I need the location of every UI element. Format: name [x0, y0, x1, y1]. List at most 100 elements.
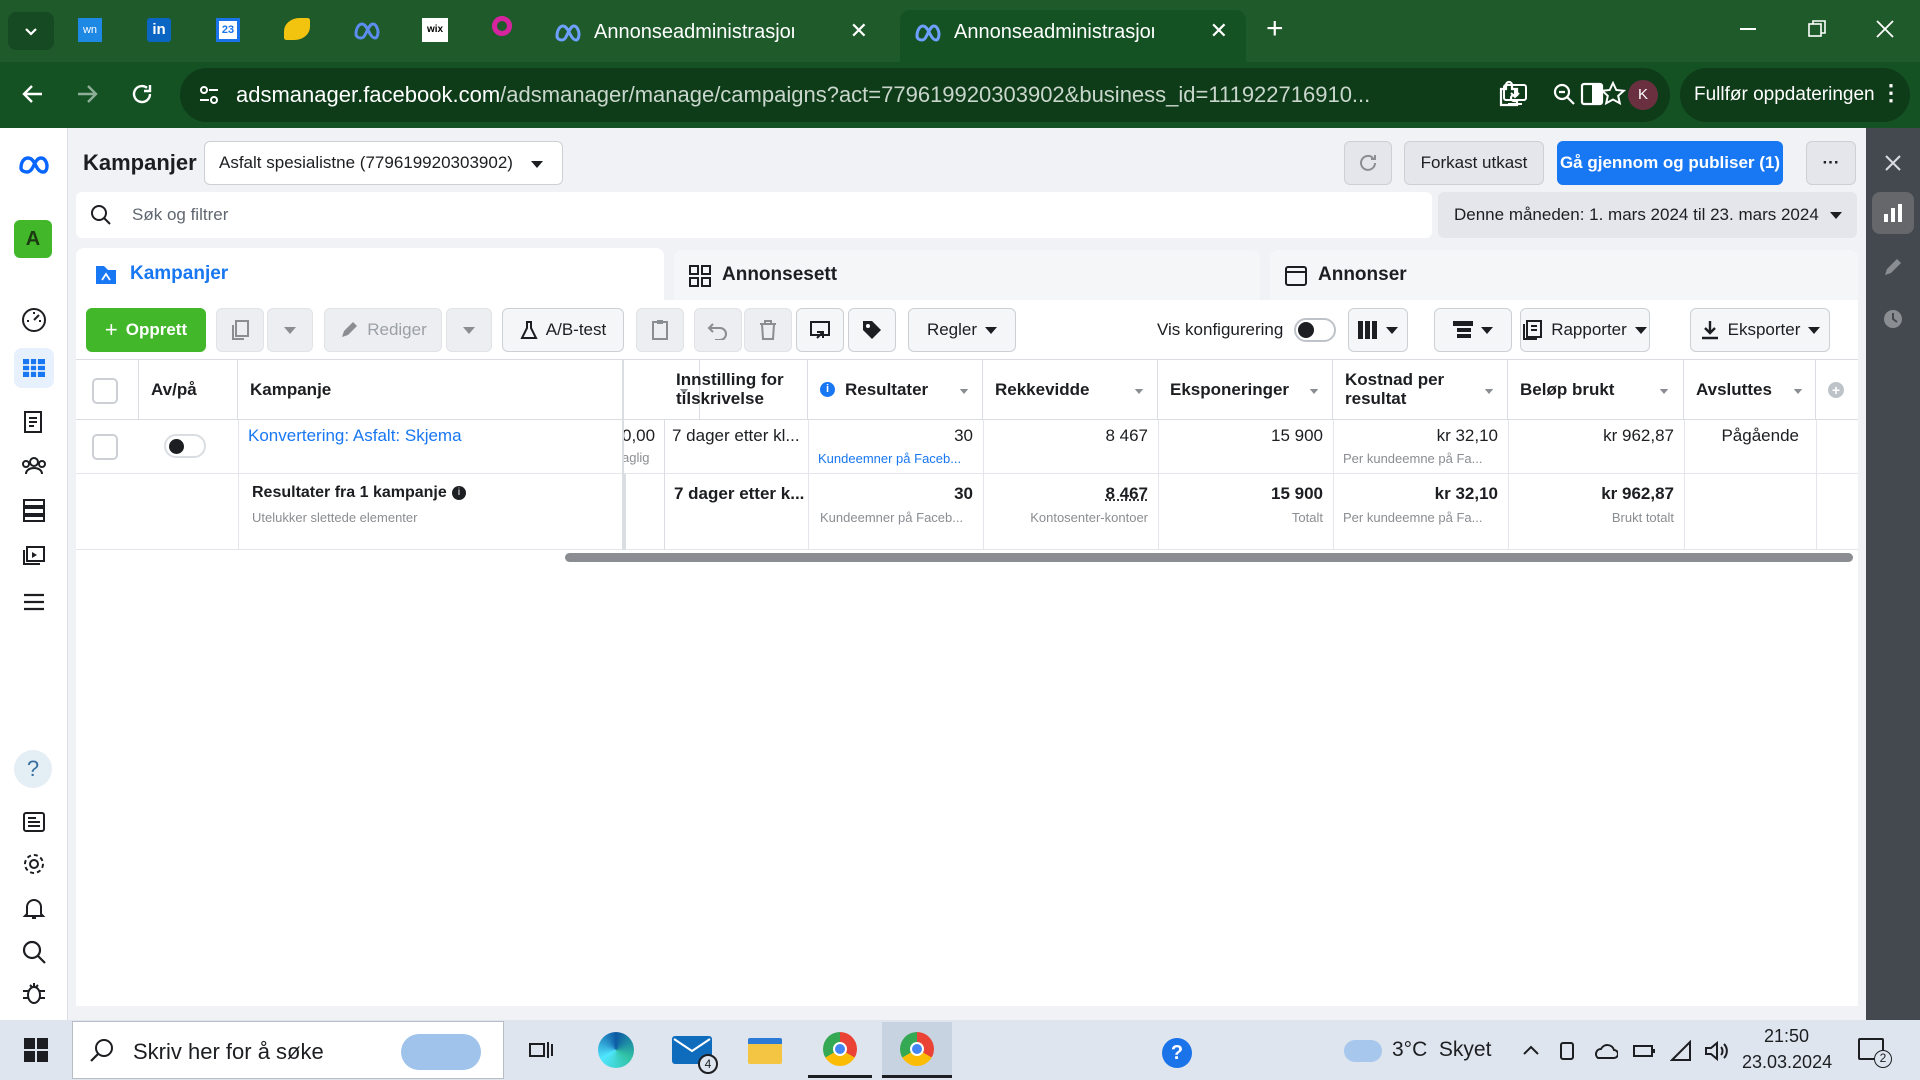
breakdown-button[interactable] [1434, 308, 1512, 352]
col-cost-per-result[interactable]: Kostnad per resultat [1333, 360, 1508, 420]
duplicate-dropdown[interactable] [267, 308, 313, 352]
col-reach[interactable]: Rekkevidde [983, 360, 1158, 420]
notification-center-icon[interactable]: 2 [1858, 1038, 1892, 1068]
all-tools-menu-icon[interactable] [14, 582, 54, 622]
forward-icon[interactable] [76, 84, 98, 104]
ad-account-select[interactable]: Asfalt spesialistne (779619920303902) [204, 141, 563, 185]
onedrive-cloud-icon[interactable] [1592, 1042, 1618, 1060]
clock-time[interactable]: 21:50 [1764, 1026, 1809, 1047]
chrome-taskbar-icon-2-active[interactable] [882, 1022, 952, 1078]
col-attribution[interactable]: Innstilling for tilskrivelse [664, 360, 808, 420]
show-config-toggle[interactable] [1294, 318, 1336, 342]
bug-report-icon[interactable] [14, 974, 54, 1014]
close-tab-icon[interactable]: ✕ [1210, 18, 1228, 44]
close-window-icon[interactable] [1876, 20, 1894, 38]
date-range-picker[interactable]: Denne måneden: 1. mars 2024 til 23. mars… [1438, 192, 1857, 238]
edit-dropdown[interactable] [446, 308, 492, 352]
add-column[interactable]: + [1816, 360, 1858, 420]
edit-button[interactable]: Rediger [324, 308, 442, 352]
close-panel-icon[interactable] [1884, 154, 1902, 172]
pinned-tab-leaf-icon[interactable] [284, 18, 310, 40]
back-icon[interactable] [22, 84, 44, 104]
select-all-checkbox[interactable] [92, 378, 118, 404]
meta-logo-icon[interactable] [14, 148, 54, 188]
pinned-tab-wix[interactable]: wix [422, 18, 448, 42]
volume-icon[interactable] [1704, 1040, 1728, 1062]
site-info-icon[interactable] [198, 84, 220, 106]
help-button[interactable]: ? [14, 750, 52, 788]
url-text[interactable]: adsmanager.facebook.com/adsmanager/manag… [236, 82, 1486, 108]
account-avatar[interactable]: A [14, 220, 52, 258]
tag-button[interactable] [848, 308, 896, 352]
col-ends[interactable]: Avsluttes [1684, 360, 1816, 420]
tab-search-button[interactable] [8, 12, 54, 50]
meet-now-icon[interactable] [1558, 1040, 1578, 1062]
windows-start-icon[interactable] [24, 1038, 48, 1062]
browser-tab-1[interactable]: Annonseadministrasjon - Admin ✕ [540, 10, 886, 54]
charts-panel-button[interactable] [1872, 192, 1914, 234]
col-impressions[interactable]: Eksponeringer [1158, 360, 1333, 420]
ab-test-button[interactable]: A/B-test [502, 308, 624, 352]
clock-date[interactable]: 23.03.2024 [1742, 1052, 1832, 1073]
notifications-bell-icon[interactable] [14, 888, 54, 928]
tray-chevron-up-icon[interactable] [1522, 1044, 1540, 1056]
chrome-menu-icon[interactable]: ⋮ [1880, 80, 1902, 106]
horizontal-scrollbar[interactable] [565, 553, 1853, 562]
new-tab-button[interactable]: + [1266, 12, 1284, 46]
pinned-tab-wn[interactable]: wn [78, 18, 102, 42]
row-checkbox[interactable] [92, 434, 118, 460]
info-icon[interactable]: i [452, 486, 466, 500]
edge-browser-icon[interactable] [598, 1032, 634, 1068]
taskbar-search-box[interactable]: Skriv her for å søke [72, 1021, 504, 1079]
battery-plug-icon[interactable] [1632, 1042, 1656, 1060]
pinned-tab-linkedin[interactable]: in [147, 18, 171, 42]
reports-icon[interactable] [14, 402, 54, 442]
refresh-button[interactable] [1344, 141, 1392, 185]
update-button[interactable]: Fullfør oppdateringen ⋮ [1680, 68, 1910, 122]
rules-button[interactable]: Regler [908, 308, 1016, 352]
weather-text[interactable]: 3°C Skyet [1392, 1038, 1491, 1062]
col-results[interactable]: i Resultater [808, 360, 983, 420]
news-icon[interactable] [14, 802, 54, 842]
campaign-toggle[interactable] [164, 434, 206, 458]
delete-button[interactable] [744, 308, 792, 352]
profile-avatar[interactable]: K [1628, 80, 1658, 110]
help-app-icon[interactable]: ? [1162, 1038, 1192, 1068]
history-clock-icon[interactable] [1882, 308, 1904, 330]
browser-tab-2-active[interactable]: Annonseadministrasjon - Admin ✕ [900, 10, 1246, 62]
summary-reach[interactable]: 8 467 [993, 484, 1148, 504]
file-explorer-icon[interactable] [748, 1038, 782, 1064]
mail-app-icon[interactable]: 4 [672, 1036, 718, 1074]
undo-button[interactable] [694, 308, 742, 352]
clipboard-button[interactable] [636, 308, 684, 352]
pinned-tab-calendar[interactable]: 23 [216, 18, 240, 42]
tab-ads[interactable]: Annonser [1270, 250, 1858, 300]
wifi-icon[interactable] [1670, 1040, 1694, 1062]
reload-icon[interactable] [130, 82, 154, 106]
settings-gear-icon[interactable] [14, 844, 54, 884]
close-tab-icon[interactable]: ✕ [850, 18, 868, 44]
preview-button[interactable] [796, 308, 844, 352]
audiences-icon[interactable] [14, 446, 54, 486]
export-button[interactable]: Eksporter [1690, 308, 1830, 352]
discard-draft-button[interactable]: Forkast utkast [1404, 141, 1544, 185]
col-amount-spent[interactable]: Beløp brukt [1508, 360, 1684, 420]
restore-icon[interactable] [1808, 20, 1826, 38]
reports-button[interactable]: Rapporter [1520, 308, 1650, 352]
dashboard-gauge-icon[interactable] [14, 300, 54, 340]
chrome-taskbar-icon-1[interactable] [808, 1022, 872, 1078]
minimize-icon[interactable] [1740, 28, 1756, 32]
info-icon[interactable]: i [820, 382, 835, 397]
duplicate-button[interactable] [216, 308, 264, 352]
tab-campaigns[interactable]: Kampanjer [76, 248, 664, 300]
weather-cloud-icon[interactable] [1344, 1040, 1382, 1062]
campaign-name-link[interactable]: Konvertering: Asfalt: Skjema [248, 426, 462, 446]
campaigns-table-icon[interactable] [14, 348, 54, 388]
zoom-icon[interactable] [1552, 82, 1576, 106]
tab-adsets[interactable]: Annonsesett [674, 250, 1260, 300]
edit-panel-pencil-icon[interactable] [1882, 256, 1904, 278]
col-campaign[interactable]: Kampanje [238, 360, 700, 420]
pinned-tab-meta-icon[interactable] [352, 18, 380, 42]
task-view-icon[interactable] [528, 1038, 554, 1062]
media-library-icon[interactable] [14, 534, 54, 574]
